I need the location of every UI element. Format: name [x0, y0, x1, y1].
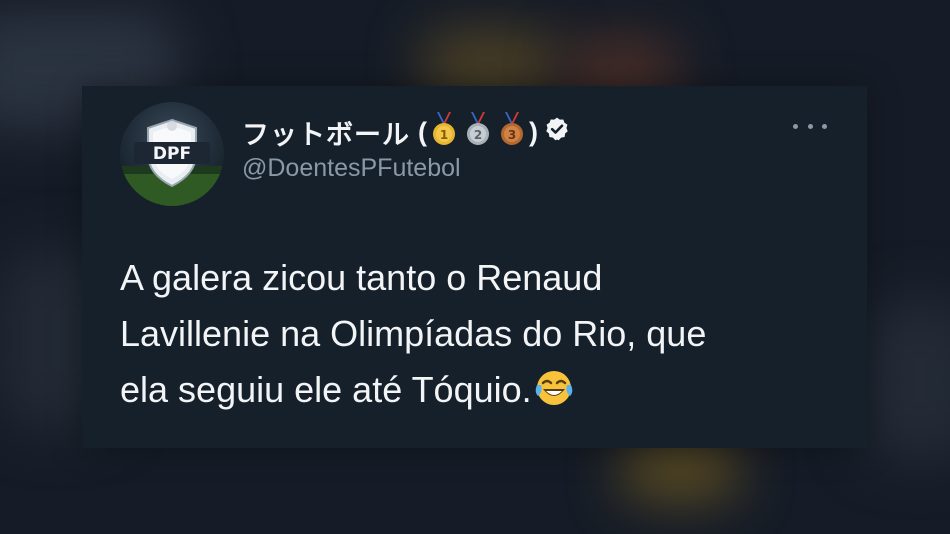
svg-text:3: 3 — [508, 128, 516, 142]
tweet-text-line: A galera zicou tanto o Renaud — [120, 257, 603, 298]
verified-badge-icon — [544, 116, 570, 149]
face-with-tears-of-joy-icon — [534, 368, 574, 424]
svg-text:2: 2 — [474, 128, 482, 142]
more-options-icon — [807, 123, 813, 129]
gold-medal-icon: 1 — [431, 112, 457, 153]
display-name[interactable]: フットボール ( 1 2 3) — [242, 112, 570, 153]
tweet-text-line: ela seguiu ele até Tóquio. — [120, 369, 532, 410]
more-options-icon — [822, 123, 827, 129]
svg-text:1: 1 — [440, 128, 448, 142]
avatar-logo-text: DPF — [153, 144, 191, 164]
tweet-text-line-last: ela seguiu ele até Tóquio. — [120, 362, 840, 424]
silver-medal-icon: 2 — [465, 112, 491, 153]
dpf-logo-icon: DPF — [120, 118, 224, 206]
tweet-text-line: Lavillenie na Olimpíadas do Rio, que — [120, 313, 707, 354]
paren-open: ( — [418, 117, 427, 147]
display-name-text: フットボール — [242, 120, 410, 151]
background-blur-shape — [860, 300, 950, 460]
tweet-card[interactable]: DPF フットボール ( 1 2 3) @DoentesPFutebol A … — [82, 86, 867, 448]
background-blur-shape — [620, 440, 740, 500]
paren-close: ) — [529, 117, 538, 147]
user-handle[interactable]: @DoentesPFutebol — [242, 154, 461, 183]
avatar[interactable]: DPF — [120, 102, 224, 206]
more-options-icon — [793, 123, 798, 129]
bronze-medal-icon: 3 — [499, 112, 525, 153]
more-options-button[interactable] — [793, 116, 827, 136]
tweet-text: A galera zicou tanto o Renaud Lavillenie… — [120, 250, 840, 424]
